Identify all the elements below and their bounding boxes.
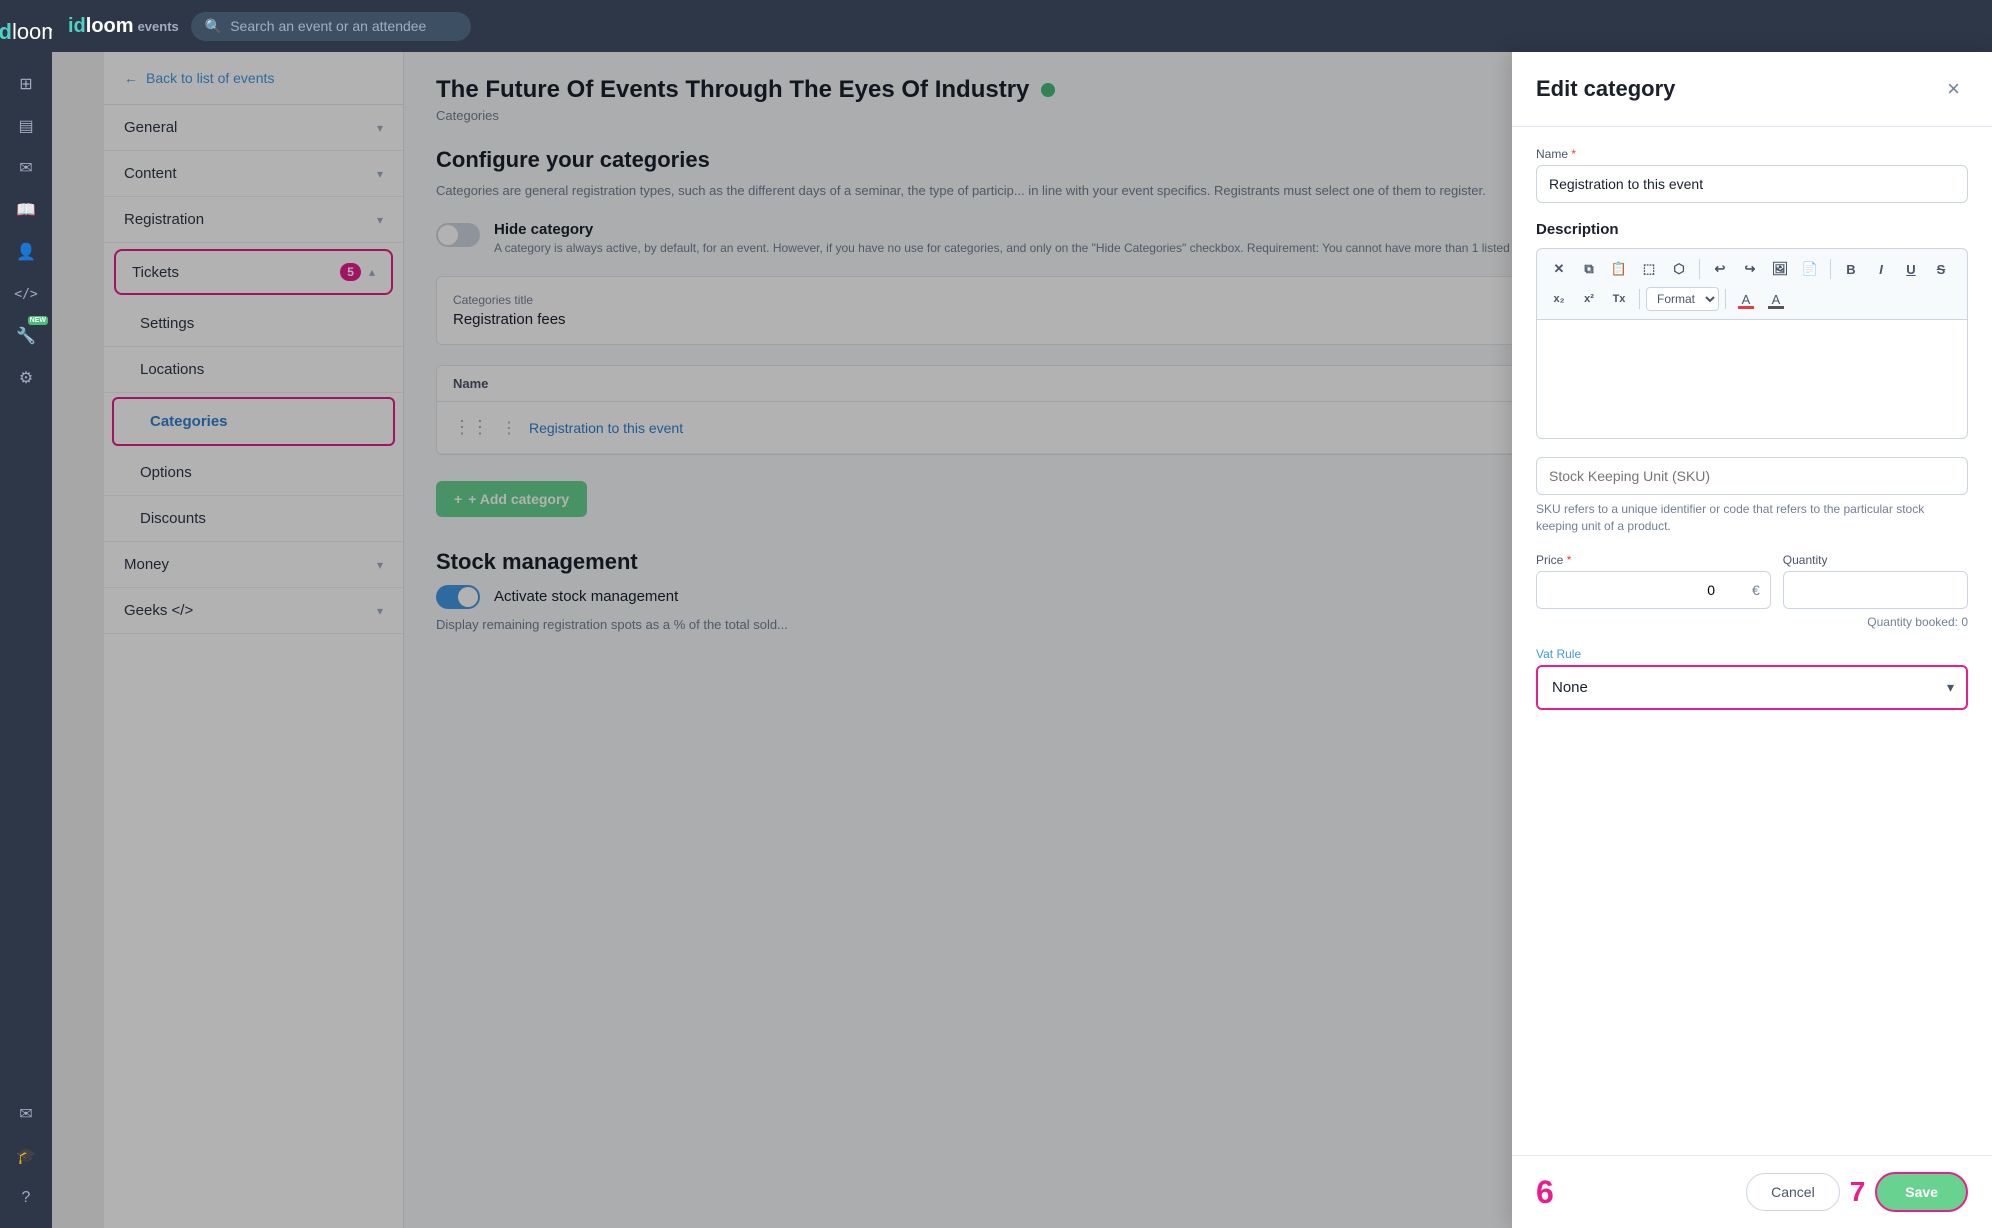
edit-panel-title: Edit category bbox=[1536, 76, 1675, 102]
price-label: Price * bbox=[1536, 553, 1771, 567]
nav-icon-question[interactable]: ? bbox=[8, 1180, 44, 1216]
logo-text: idloomevents bbox=[68, 15, 179, 38]
app-logo: idloom bbox=[6, 12, 46, 52]
main-layout: ← Back to list of events General ▾ Conte… bbox=[104, 52, 1992, 1228]
price-qty-row: Price * € Quantity bbox=[1536, 553, 1968, 609]
nav-icon-grad[interactable]: 🎓 bbox=[8, 1138, 44, 1174]
nav-icon-code[interactable]: </> bbox=[8, 276, 44, 312]
price-input[interactable] bbox=[1537, 572, 1742, 608]
toolbar-bg-color-btn[interactable]: A bbox=[1762, 285, 1790, 313]
toolbar-divider bbox=[1699, 259, 1700, 279]
editor-area[interactable] bbox=[1536, 319, 1968, 439]
toolbar-font-color-btn[interactable]: A bbox=[1732, 285, 1760, 313]
edit-panel: Edit category × Name * Description bbox=[1512, 52, 1992, 1228]
price-input-wrap: € bbox=[1536, 571, 1771, 609]
description-label: Description bbox=[1536, 221, 1968, 238]
nav-icon-chart[interactable]: ▤ bbox=[8, 108, 44, 144]
step7-label: 7 bbox=[1850, 1176, 1866, 1208]
toolbar-copy-btn[interactable]: ⧉ bbox=[1575, 255, 1603, 283]
panel-footer: 6 Cancel 7 Save bbox=[1512, 1155, 1992, 1228]
toolbar-image-btn[interactable]: 🖼 bbox=[1766, 255, 1794, 283]
toolbar-redo-btn[interactable]: ↪ bbox=[1736, 255, 1764, 283]
edit-panel-header: Edit category × bbox=[1512, 52, 1992, 127]
toolbar-paste-text-btn[interactable]: ⬚ bbox=[1635, 255, 1663, 283]
toolbar-subscript-btn[interactable]: x₂ bbox=[1545, 285, 1573, 313]
nav-icon-grid[interactable]: ⊞ bbox=[8, 66, 44, 102]
toolbar-template-btn[interactable]: 📄 bbox=[1796, 255, 1824, 283]
search-input[interactable] bbox=[230, 18, 450, 34]
toolbar-paste-btn[interactable]: 📋 bbox=[1605, 255, 1633, 283]
nav-icon-gear[interactable]: ⚙ bbox=[8, 360, 44, 396]
currency-symbol: € bbox=[1742, 582, 1770, 598]
name-field-label: Name * bbox=[1536, 147, 1968, 161]
vat-select[interactable]: None Standard Reduced Zero bbox=[1538, 667, 1935, 708]
quantity-booked: Quantity booked: 0 bbox=[1536, 615, 1968, 629]
nav-icon-wrench[interactable]: 🔧 bbox=[8, 318, 44, 354]
toolbar-superscript-btn[interactable]: x² bbox=[1575, 285, 1603, 313]
toolbar-divider2 bbox=[1830, 259, 1831, 279]
edit-panel-body: Name * Description ✕ ⧉ 📋 ⬚ ⬡ bbox=[1512, 127, 1992, 1155]
price-field: Price * € bbox=[1536, 553, 1771, 609]
content-area: ← Back to list of events General ▾ Conte… bbox=[104, 52, 1992, 1228]
icon-bar: idloom ⊞ ▤ ✉ 📖 👤 </> 🔧 ⚙ ✉ 🎓 ? bbox=[0, 0, 52, 1228]
top-bar: idloomevents 🔍 bbox=[52, 0, 1992, 52]
sku-field-group: SKU refers to a unique identifier or cod… bbox=[1536, 457, 1968, 535]
format-select[interactable]: Format bbox=[1646, 287, 1719, 311]
sku-input[interactable] bbox=[1536, 457, 1968, 495]
footer-buttons: Cancel 7 Save bbox=[1746, 1172, 1968, 1212]
vat-rule-field: Vat Rule None Standard Reduced Zero ▾ bbox=[1536, 647, 1968, 710]
nav-icon-mail[interactable]: ✉ bbox=[8, 150, 44, 186]
step6-label: 6 bbox=[1536, 1174, 1554, 1211]
toolbar-cut-btn[interactable]: ✕ bbox=[1545, 255, 1573, 283]
quantity-input[interactable] bbox=[1783, 571, 1968, 609]
sku-desc: SKU refers to a unique identifier or cod… bbox=[1536, 501, 1968, 535]
toolbar-strike-btn[interactable]: S bbox=[1927, 255, 1955, 283]
quantity-label: Quantity bbox=[1783, 553, 1968, 567]
vat-rule-label: Vat Rule bbox=[1536, 647, 1968, 661]
cancel-button[interactable]: Cancel bbox=[1746, 1173, 1840, 1211]
name-field-group: Name * bbox=[1536, 147, 1968, 203]
price-required-star: * bbox=[1567, 553, 1572, 567]
search-bar[interactable]: 🔍 bbox=[191, 12, 471, 41]
toolbar-underline-btn[interactable]: U bbox=[1897, 255, 1925, 283]
save-button[interactable]: Save bbox=[1875, 1172, 1968, 1212]
toolbar-undo-btn[interactable]: ↩ bbox=[1706, 255, 1734, 283]
nav-icon-users[interactable]: 👤 bbox=[8, 234, 44, 270]
vat-chevron-icon: ▾ bbox=[1935, 679, 1966, 696]
vat-select-wrap: None Standard Reduced Zero ▾ bbox=[1536, 665, 1968, 710]
nav-icon-envelope2[interactable]: ✉ bbox=[8, 1096, 44, 1132]
required-star: * bbox=[1571, 147, 1576, 161]
nav-icon-book[interactable]: 📖 bbox=[8, 192, 44, 228]
toolbar-divider4 bbox=[1725, 289, 1726, 309]
overlay: Edit category × Name * Description bbox=[104, 52, 1992, 1228]
name-input[interactable] bbox=[1536, 165, 1968, 203]
toolbar-paste-word-btn[interactable]: ⬡ bbox=[1665, 255, 1693, 283]
quantity-field: Quantity bbox=[1783, 553, 1968, 609]
search-icon: 🔍 bbox=[205, 18, 222, 35]
toolbar-clear-btn[interactable]: Tx bbox=[1605, 285, 1633, 313]
editor-toolbar: ✕ ⧉ 📋 ⬚ ⬡ ↩ ↪ 🖼 📄 B I U S bbox=[1536, 248, 1968, 319]
close-button[interactable]: × bbox=[1939, 72, 1968, 106]
toolbar-italic-btn[interactable]: I bbox=[1867, 255, 1895, 283]
toolbar-bold-btn[interactable]: B bbox=[1837, 255, 1865, 283]
toolbar-divider3 bbox=[1639, 289, 1640, 309]
